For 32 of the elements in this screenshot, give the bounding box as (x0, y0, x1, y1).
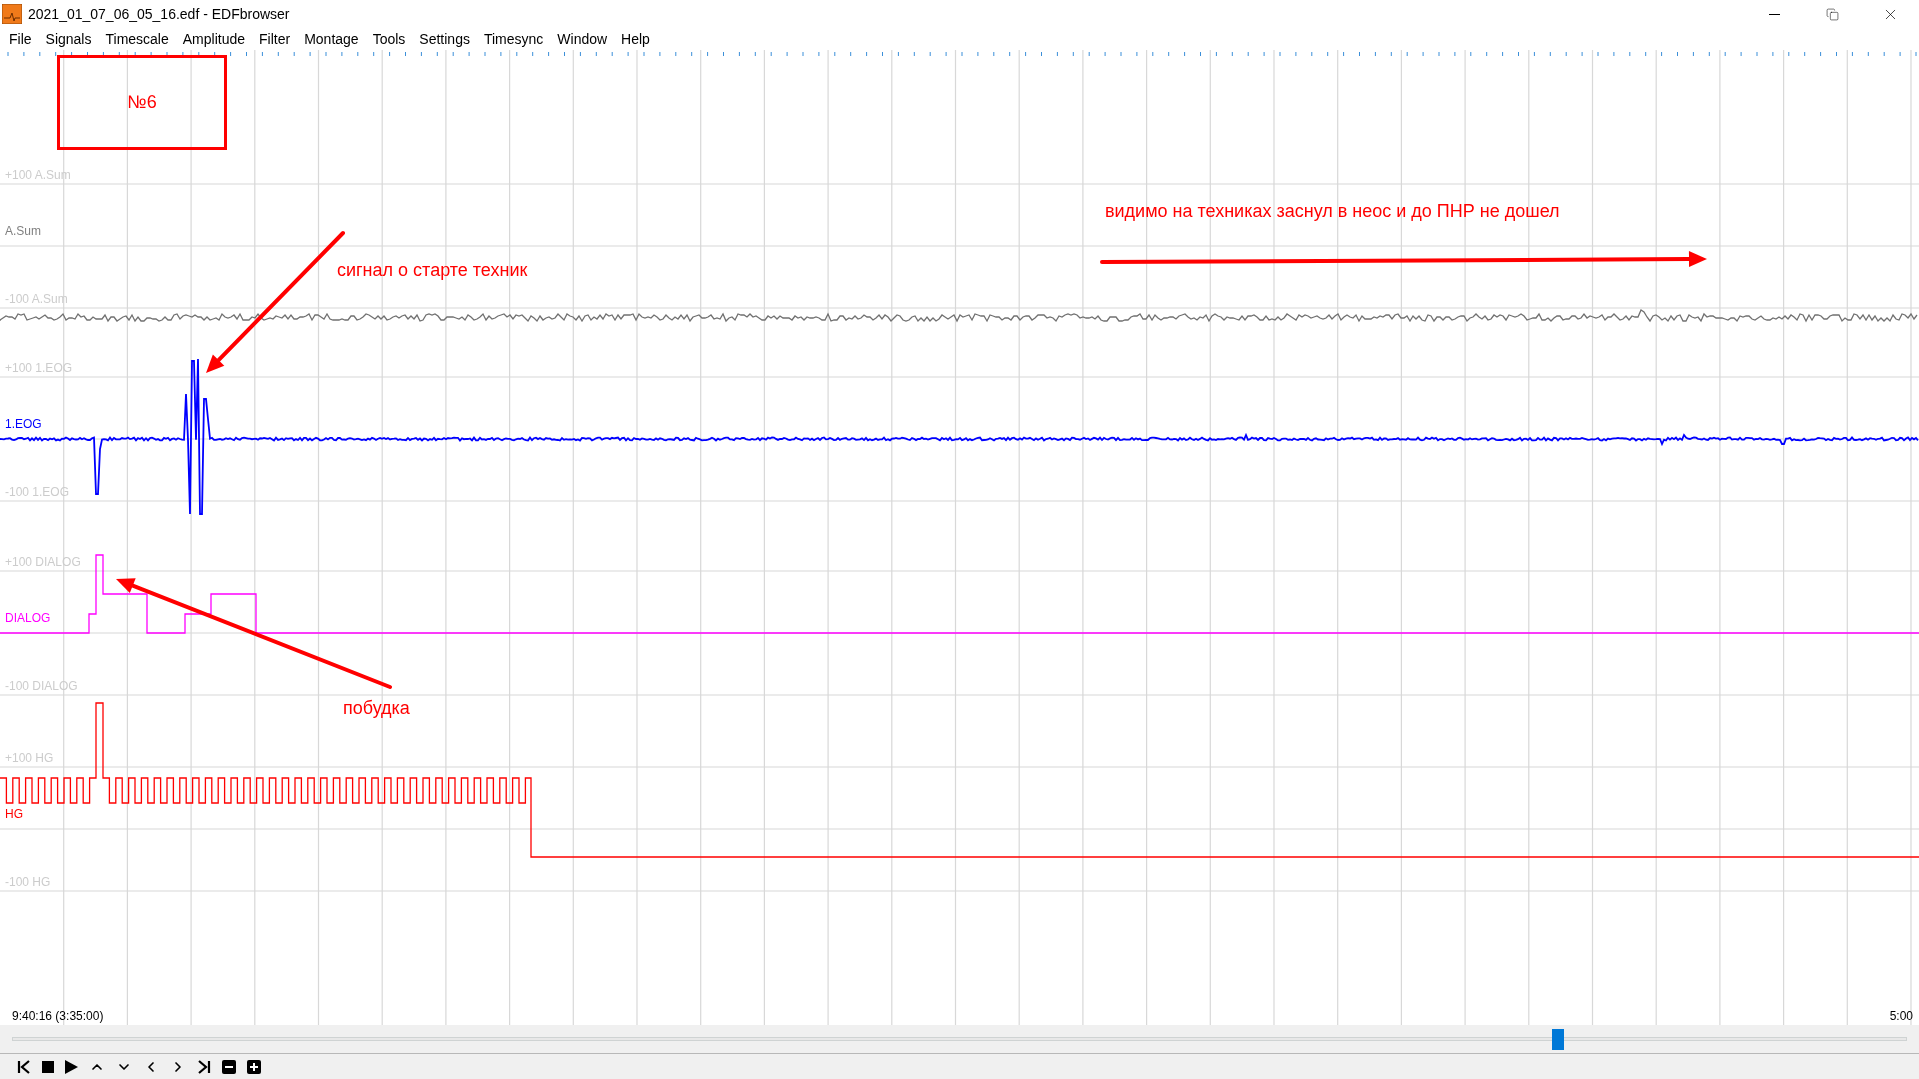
menu-item[interactable]: Timesync (476, 30, 551, 48)
signal-label[interactable]: A.Sum (5, 224, 41, 238)
window-title: 2021_01_07_06_05_16.edf - EDFbrowser (28, 4, 290, 24)
skip-to-start-icon[interactable] (17, 1059, 31, 1074)
signal-label[interactable]: 1.EOG (5, 417, 42, 431)
minimize-icon (1768, 13, 1780, 15)
menu-item[interactable]: Timescale (98, 30, 176, 48)
slider-thumb[interactable] (1552, 1028, 1565, 1050)
play-icon[interactable] (65, 1059, 78, 1074)
menu-item[interactable]: Filter (252, 30, 298, 48)
time-label: 9:40:16 (3:35:00) (12, 1009, 104, 1023)
menu-item[interactable]: Help (614, 30, 657, 48)
stop-icon[interactable] (42, 1060, 54, 1073)
annotation-box: №6 (57, 55, 227, 150)
menu-item[interactable]: Amplitude (175, 30, 253, 48)
menu-item[interactable]: Signals (38, 30, 99, 48)
menu-item[interactable]: Tools (365, 30, 413, 48)
annotation-text: побудка (343, 697, 410, 719)
minus-icon[interactable] (222, 1059, 236, 1074)
skip-to-end-icon[interactable] (197, 1059, 211, 1074)
annotation-text: видимо на техниках заснул в неос и до ПНР не дошел (1105, 200, 1560, 222)
app-icon (2, 4, 22, 24)
restore-icon (1825, 7, 1839, 21)
menu-item[interactable]: Settings (412, 30, 477, 48)
menu-item[interactable]: File (2, 30, 39, 48)
menu-item[interactable]: Montage (297, 30, 366, 48)
menu-item[interactable]: Window (550, 30, 615, 48)
time-slider[interactable] (12, 1028, 1907, 1050)
time-label: 5:00 (1889, 1009, 1913, 1023)
plus-icon[interactable] (247, 1059, 261, 1074)
annotation-text: сигнал о старте техник (337, 259, 528, 281)
signal-label[interactable]: HG (5, 807, 23, 821)
